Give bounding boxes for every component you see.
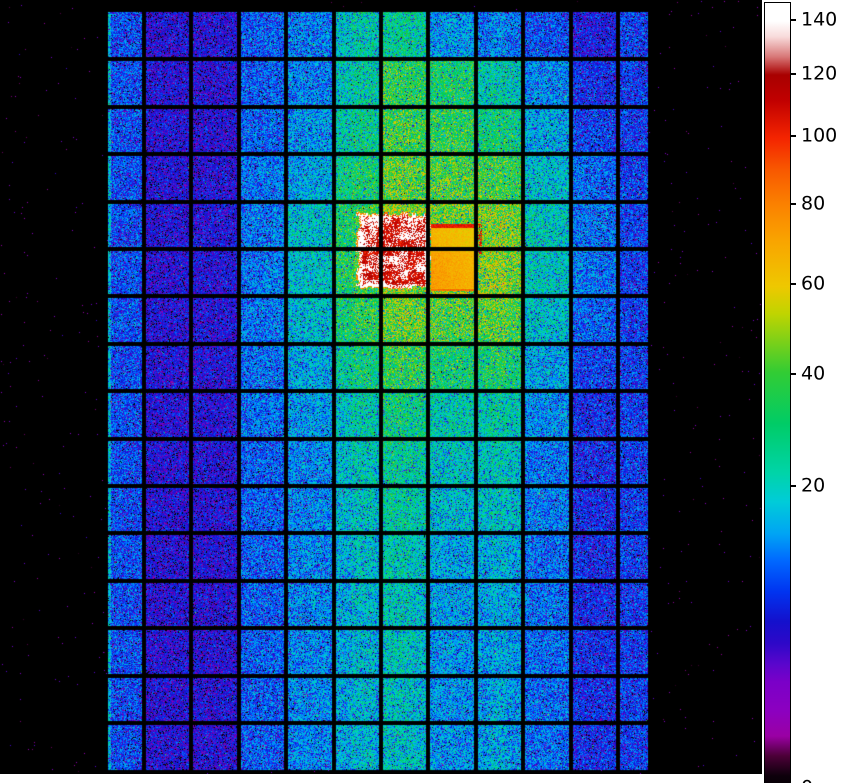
detector-heatmap-image: [0, 0, 762, 774]
colorbar-tick-mark: [791, 19, 796, 21]
colorbar-tick-mark: [791, 373, 796, 375]
colorbar-tick-mark: [791, 135, 796, 137]
colorbar-tick-label: 0: [801, 778, 813, 783]
colorbar: [764, 2, 791, 783]
colorbar-tick-label: 140: [801, 8, 838, 31]
colorbar-tick-label: 20: [801, 474, 826, 497]
detector-viewer-figure: 140 120 100 80 60 40 20 0: [0, 0, 868, 783]
colorbar-tick-mark: [791, 73, 796, 75]
colorbar-tick-label: 100: [801, 124, 838, 147]
colorbar-tick-mark: [791, 203, 796, 205]
colorbar-tick-mark: [791, 283, 796, 285]
colorbar-tick-label: 120: [801, 62, 838, 85]
colorbar-tick-label: 80: [801, 192, 826, 215]
colorbar-tick-mark: [791, 485, 796, 487]
colorbar-tick-label: 40: [801, 362, 826, 385]
colorbar-tick-label: 60: [801, 272, 826, 295]
